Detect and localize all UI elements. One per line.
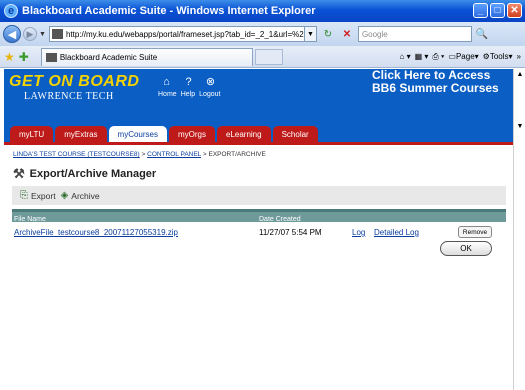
detailed-log-link[interactable]: Detailed Log	[374, 228, 419, 237]
scroll-up-icon[interactable]: ▲	[515, 71, 525, 81]
header-date-created: Date Created	[259, 216, 301, 223]
tools-wrench-icon: ⚒	[13, 166, 25, 181]
tab-mycourses[interactable]: myCourses	[108, 126, 167, 142]
add-favorites-icon[interactable]: ✚	[19, 50, 29, 64]
export-icon: ⎘	[20, 190, 28, 201]
back-button[interactable]: ◀	[3, 25, 21, 43]
tab-myextras[interactable]: myExtras	[55, 126, 107, 142]
tab-elearning[interactable]: eLearning	[216, 126, 271, 142]
refresh-icon[interactable]: ↻	[320, 26, 336, 42]
breadcrumb-course[interactable]: LINDA'S TEST COURSE (TESTCOURSE8)	[13, 151, 140, 158]
breadcrumb: LINDA'S TEST COURSE (TESTCOURSE8) > CONT…	[13, 151, 266, 158]
archive-file-link[interactable]: ArchiveFile_testcourse8_20071127055319.z…	[14, 228, 178, 237]
feeds-icon[interactable]: ▦ ▾	[415, 52, 429, 61]
stop-icon[interactable]: ✕	[339, 26, 355, 42]
page-menu[interactable]: ▭ Page ▾	[448, 52, 478, 61]
help-icon[interactable]: ?	[182, 75, 195, 88]
address-input[interactable]: http://my.ku.edu/webapps/portal/frameset…	[48, 26, 305, 42]
ie-logo-icon: e	[4, 4, 18, 18]
browser-tab-label: Blackboard Academic Suite	[59, 52, 158, 62]
home-icon[interactable]: ⌂ ▾	[400, 52, 411, 61]
search-input[interactable]: Google	[357, 26, 472, 42]
close-button[interactable]: ✕	[507, 3, 522, 18]
tab-myltu[interactable]: myLTU	[10, 126, 54, 142]
table-header: File Name Date Created	[12, 209, 506, 223]
vertical-scrollbar[interactable]: ▲ ▼	[513, 69, 525, 390]
tab-bar: ★ ✚ Blackboard Academic Suite ⌂ ▾ ▦ ▾ ⎙ …	[0, 46, 525, 68]
date-created-cell: 11/27/07 5:54 PM	[259, 228, 322, 237]
ok-button[interactable]: OK	[440, 241, 492, 256]
tools-menu[interactable]: ⚙ Tools ▾	[483, 52, 513, 61]
tab-favicon-icon	[45, 52, 57, 62]
portal-banner: GET ON BOARD LAWRENCE TECH ⌂ ? ⊗ Home He…	[4, 69, 513, 122]
scroll-down-icon[interactable]: ▼	[515, 123, 525, 133]
course-tabs: myLTU myExtras myCourses myOrgs eLearnin…	[4, 122, 513, 142]
address-toolbar: ◀ ▶ ▼ http://my.ku.edu/webapps/portal/fr…	[0, 22, 525, 46]
archive-icon: ◈	[60, 190, 69, 201]
header-file-name: File Name	[14, 216, 46, 223]
home-icon[interactable]: ⌂	[160, 75, 173, 88]
help-link[interactable]: Help	[181, 91, 195, 98]
logo-text[interactable]: GET ON BOARD	[9, 73, 139, 91]
window-title-bar: e Blackboard Academic Suite - Windows In…	[0, 0, 525, 22]
logout-link[interactable]: Logout	[199, 91, 220, 98]
remove-button[interactable]: Remove	[458, 226, 492, 238]
tab-myorgs[interactable]: myOrgs	[168, 126, 215, 142]
site-favicon-icon	[51, 29, 63, 39]
search-icon[interactable]: 🔍	[474, 26, 490, 42]
logout-icon[interactable]: ⊗	[204, 75, 217, 88]
favorites-star-icon[interactable]: ★	[4, 50, 15, 64]
breadcrumb-control-panel[interactable]: CONTROL PANEL	[147, 151, 201, 158]
address-dropdown-icon[interactable]: ▼	[304, 26, 317, 42]
page-content: GET ON BOARD LAWRENCE TECH ⌂ ? ⊗ Home He…	[4, 69, 513, 390]
action-bar: ⎘ Export ◈ Archive	[12, 186, 506, 205]
archive-button[interactable]: ◈ Archive	[61, 190, 100, 201]
more-icon[interactable]: »	[517, 52, 521, 61]
minimize-button[interactable]: _	[473, 3, 488, 18]
tab-scholar[interactable]: Scholar	[272, 126, 318, 142]
table-row: ArchiveFile_testcourse8_20071127055319.z…	[12, 225, 506, 241]
export-button[interactable]: ⎘ Export	[20, 190, 56, 201]
browser-tab[interactable]: Blackboard Academic Suite	[40, 47, 253, 66]
address-url-text: http://my.ku.edu/webapps/portal/frameset…	[65, 29, 305, 39]
window-title: Blackboard Academic Suite - Windows Inte…	[22, 5, 316, 17]
tab-underline	[4, 142, 513, 145]
maximize-button[interactable]: □	[490, 3, 505, 18]
history-dropdown-icon[interactable]: ▼	[39, 31, 46, 38]
new-tab-button[interactable]	[254, 48, 283, 65]
print-icon[interactable]: ⎙ ▾	[432, 52, 444, 62]
logo-subtext: LAWRENCE TECH	[24, 91, 114, 102]
page-title-row: ⚒ Export/Archive Manager	[13, 166, 156, 182]
breadcrumb-current: EXPORT/ARCHIVE	[208, 151, 266, 158]
summer-courses-link[interactable]: Click Here to Access BB6 Summer Courses	[372, 69, 499, 95]
log-link[interactable]: Log	[352, 228, 365, 237]
forward-button[interactable]: ▶	[23, 27, 37, 41]
page-title: Export/Archive Manager	[29, 168, 157, 180]
home-link[interactable]: Home	[158, 91, 177, 98]
